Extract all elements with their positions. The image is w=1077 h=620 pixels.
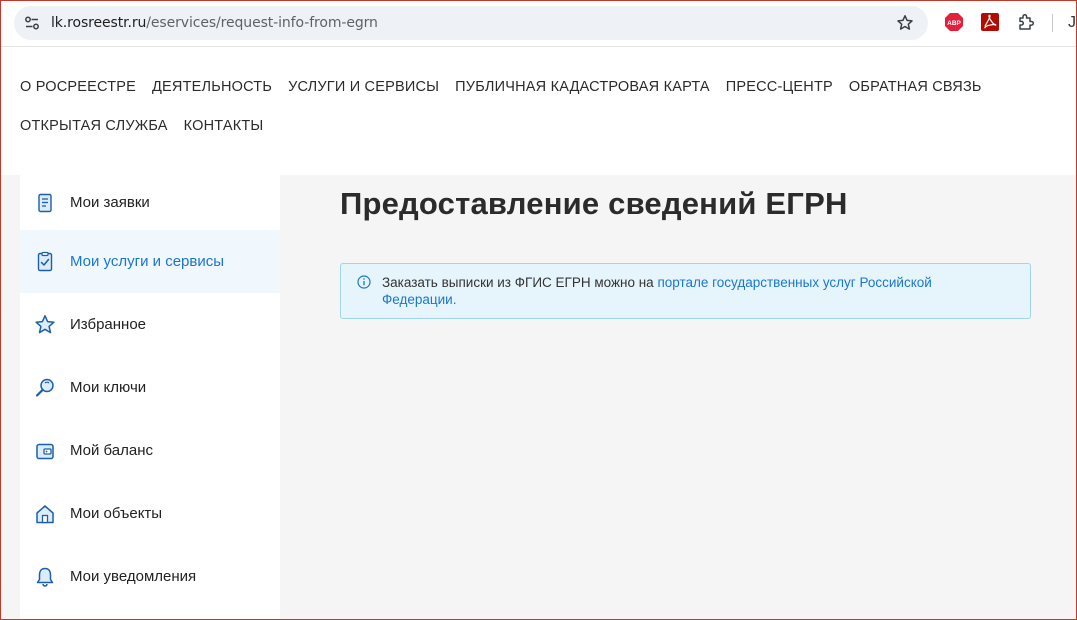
wallet-icon [36, 443, 54, 459]
sidebar-item-label: Мои ключи [70, 379, 147, 396]
browser-toolbar: lk.rosreestr.ru/eservices/request-info-f… [0, 0, 1077, 47]
profile-edge[interactable]: J [1068, 14, 1076, 32]
sidebar-item-label: Мой баланс [70, 442, 154, 459]
sidebar-item-label: Избранное [70, 316, 147, 333]
document-list-icon [38, 193, 52, 212]
sidebar-item-my-requests[interactable]: Мои заявки [20, 175, 280, 230]
sidebar-item-label: Мои объекты [70, 505, 163, 522]
sidebar-item-favorites[interactable]: Избранное [20, 293, 280, 356]
key-search-icon [35, 378, 54, 397]
nav-item-about[interactable]: О РОСРЕЕСТРЕ [20, 79, 136, 95]
sidebar-item-label: Мои уведомления [70, 568, 197, 585]
abp-label: ABP [947, 20, 961, 27]
sidebar-item-label: Мои услуги и сервисы [70, 253, 225, 270]
content-area: Мои заявки Мои услуги и сервисы Избранно… [0, 175, 1077, 620]
nav-row-2: ОТКРЫТАЯ СЛУЖБА КОНТАКТЫ [20, 118, 263, 134]
nav-item-contacts[interactable]: КОНТАКТЫ [184, 118, 264, 134]
sidebar-item-my-objects[interactable]: Мои объекты [20, 482, 280, 545]
checklist-icon [37, 251, 53, 271]
sidebar-item-my-services[interactable]: Мои услуги и сервисы [20, 230, 280, 293]
page-title: Предоставление сведений ЕГРН [340, 186, 848, 221]
star-icon [35, 314, 55, 333]
alert-text: Заказать выписки из ФГИС ЕГРН можно на [382, 275, 658, 290]
nav-item-open-service[interactable]: ОТКРЫТАЯ СЛУЖБА [20, 118, 168, 134]
url-text[interactable]: lk.rosreestr.ru/eservices/request-info-f… [51, 15, 378, 31]
info-alert: Заказать выписки из ФГИС ЕГРН можно на п… [340, 263, 1031, 319]
puzzle-icon[interactable] [1016, 12, 1036, 32]
sidebar-item-my-notifications[interactable]: Мои уведомления [20, 545, 280, 608]
sidebar-item-my-balance[interactable]: Мой баланс [20, 419, 280, 482]
nav-item-services[interactable]: УСЛУГИ И СЕРВИСЫ [288, 79, 439, 95]
nav-item-activity[interactable]: ДЕЯТЕЛЬНОСТЬ [152, 79, 272, 95]
nav-item-feedback[interactable]: ОБРАТНАЯ СВЯЗЬ [849, 79, 982, 95]
alert-message: Заказать выписки из ФГИС ЕГРН можно на п… [382, 274, 982, 308]
house-icon [36, 504, 54, 523]
adblock-plus-icon[interactable]: ABP [944, 12, 964, 32]
sidebar-item-label: Мои заявки [70, 194, 150, 211]
sidebar-item-my-keys[interactable]: Мои ключи [20, 356, 280, 419]
sidebar: Мои заявки Мои услуги и сервисы Избранно… [20, 175, 280, 620]
address-bar[interactable]: lk.rosreestr.ru/eservices/request-info-f… [14, 6, 928, 40]
nav-item-cadastral-map[interactable]: ПУБЛИЧНАЯ КАДАСТРОВАЯ КАРТА [455, 79, 710, 95]
toolbar-divider [1052, 14, 1053, 32]
nav-row-1: О РОСРЕЕСТРЕ ДЕЯТЕЛЬНОСТЬ УСЛУГИ И СЕРВИ… [20, 79, 982, 95]
bell-icon [36, 567, 54, 587]
url-path: /eservices/request-info-from-egrn [146, 15, 378, 31]
site-settings-icon[interactable] [24, 15, 40, 31]
nav-item-press-center[interactable]: ПРЕСС-ЦЕНТР [726, 79, 833, 95]
bookmark-star-icon[interactable] [896, 14, 914, 32]
site-navigation: О РОСРЕЕСТРЕ ДЕЯТЕЛЬНОСТЬ УСЛУГИ И СЕРВИ… [0, 47, 1077, 175]
url-host: lk.rosreestr.ru [51, 15, 147, 31]
pdf-icon[interactable] [980, 12, 1000, 32]
info-icon [357, 275, 371, 289]
